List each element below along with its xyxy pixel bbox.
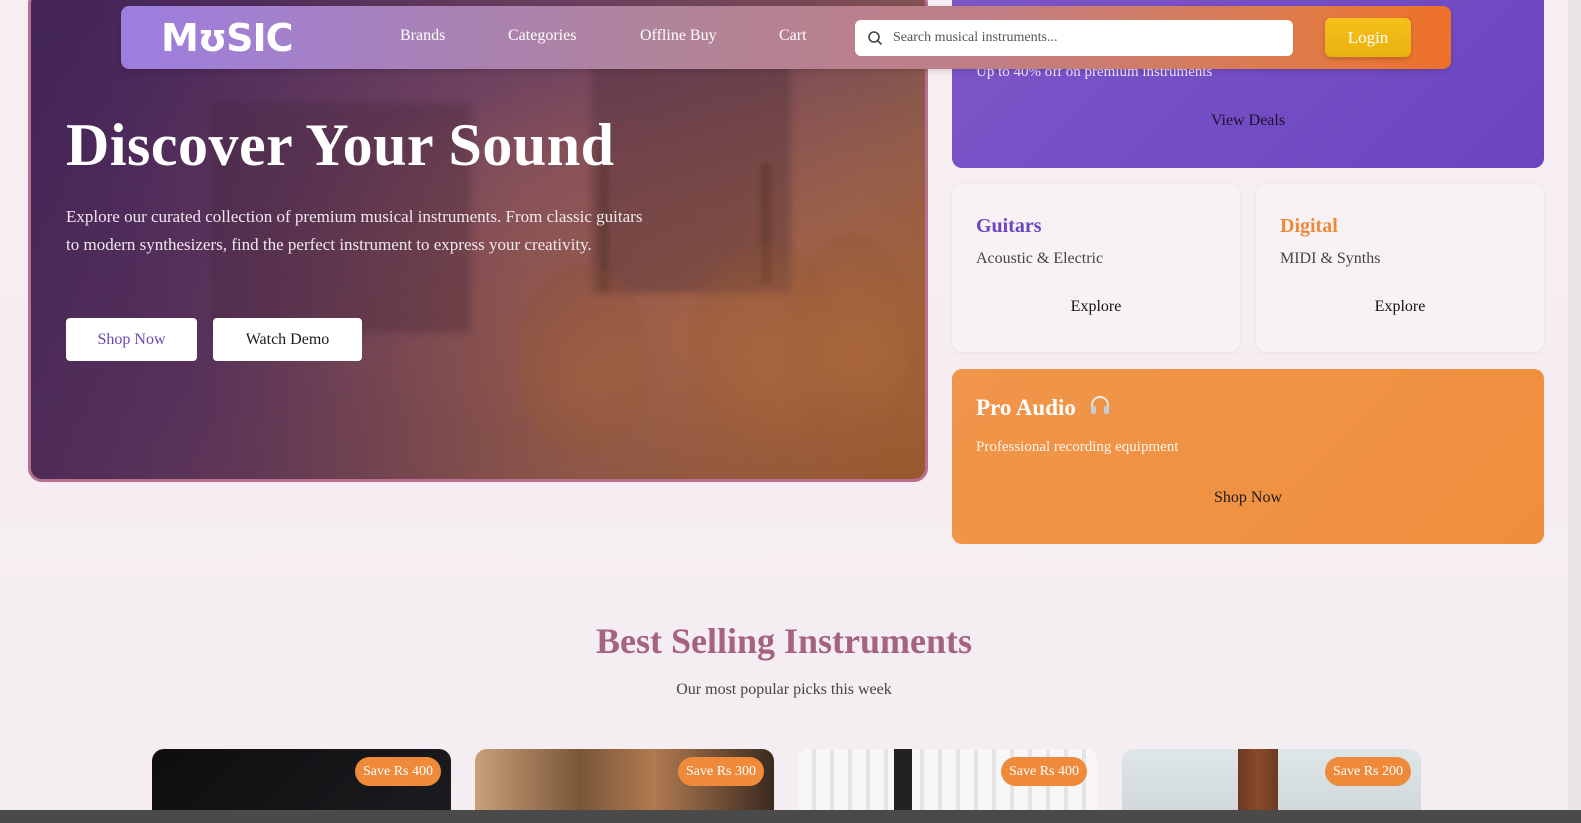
guitar-neck-image [894,749,912,810]
shop-now-button[interactable]: Shop Now [66,318,197,361]
discount-badge: Save Rs 400 [1001,757,1087,786]
section-subtitle: Our most popular picks this week [676,681,892,698]
search-icon [867,30,883,46]
search-input[interactable] [893,30,1273,46]
hero-title: Discover Your Sound [66,112,615,178]
product-card[interactable]: Save Rs 200 [1122,749,1421,810]
category-title: Guitars [976,215,1042,237]
category-subtitle: Acoustic & Electric [976,250,1104,267]
explore-digital-link[interactable]: Explore [1256,298,1544,316]
vertical-scrollbar[interactable] [1568,0,1581,823]
section-title: Best Selling Instruments [595,621,973,661]
category-title: Digital [1280,215,1338,237]
watch-demo-button[interactable]: Watch Demo [213,318,362,361]
horizontal-scrollbar[interactable] [0,810,1581,823]
headphones-icon [1088,393,1112,423]
product-card[interactable]: Save Rs 400 [798,749,1097,810]
search-bar[interactable] [855,20,1293,56]
product-card[interactable]: Save Rs 400 [152,749,451,810]
pro-audio-shop-link[interactable]: Shop Now [952,489,1544,507]
login-button[interactable]: Login [1325,18,1411,57]
hero-description: Explore our curated collection of premiu… [66,207,643,254]
category-card-digital: Digital MIDI & Synths Explore [1256,184,1544,352]
product-card[interactable]: Save Rs 300 [475,749,774,810]
hero-banner: Discover Your Sound Explore our curated … [28,0,928,482]
discount-badge: Save Rs 400 [355,757,441,786]
page: Discover Your Sound Explore our curated … [0,0,1568,810]
discount-badge: Save Rs 200 [1325,757,1411,786]
pro-audio-heading: Pro Audio [976,393,1112,423]
nav-link-cart[interactable]: Cart [779,27,807,45]
pro-audio-card: Pro Audio Professional recording equipme… [952,369,1544,544]
discount-badge: Save Rs 300 [678,757,764,786]
nav-link-categories[interactable]: Categories [508,27,576,45]
guitar-headstock-image [1238,749,1278,810]
navbar: MʊSIC Brands Categories Offline Buy Cart… [121,6,1451,69]
view-deals-link[interactable]: View Deals [952,112,1544,130]
category-subtitle: MIDI & Synths [1280,250,1381,267]
nav-link-offline-buy[interactable]: Offline Buy [640,27,717,45]
category-card-guitars: Guitars Acoustic & Electric Explore [952,184,1240,352]
explore-guitars-link[interactable]: Explore [952,298,1240,316]
pro-audio-subtitle: Professional recording equipment [976,439,1179,455]
nav-link-brands[interactable]: Brands [400,27,445,45]
brand-logo[interactable]: MʊSIC [161,16,294,60]
pro-audio-title: Pro Audio [976,395,1076,420]
